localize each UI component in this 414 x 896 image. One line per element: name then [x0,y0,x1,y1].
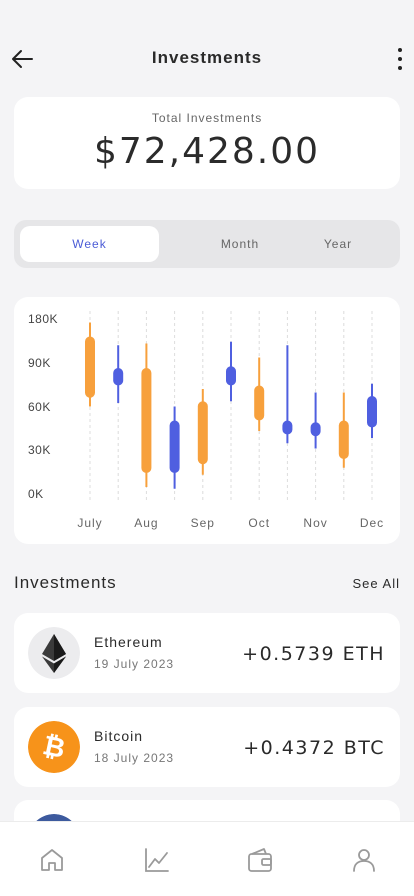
x-tick-label: Oct [248,516,270,530]
coin-name: Bitcoin [94,728,144,744]
candle-body[interactable] [85,336,95,398]
candlestick-chart-card: 180K 90K 60K 30K 0K July Aug Sep Oct Nov Dec [14,297,400,544]
candle-body[interactable] [338,420,349,460]
more-vertical-icon[interactable] [396,46,404,72]
candle-body[interactable] [254,385,265,421]
ethereum-icon [28,627,80,679]
coin-amount: +0.4372 BTC [243,737,385,759]
wallet-icon[interactable] [246,846,274,874]
header: Investments [0,40,414,76]
candle-body[interactable] [310,422,321,437]
y-tick-label: 0K [28,487,44,501]
candle-body[interactable] [367,396,377,428]
coin-name: Ethereum [94,634,163,650]
x-tick-label: Sep [191,516,215,530]
chart-icon[interactable] [143,846,171,874]
candle-body[interactable] [197,401,208,465]
y-tick-label: 180K [28,312,58,326]
coin-date: 18 July 2023 [94,751,175,765]
candlestick-chart: 180K 90K 60K 30K 0K July Aug Sep Oct Nov Dec [28,311,384,530]
profile-icon[interactable] [350,846,378,874]
candle-body[interactable] [282,420,293,435]
candle-body[interactable] [226,366,236,386]
coin-date: 19 July 2023 [94,657,175,671]
bitcoin-icon: ₿ [28,721,80,773]
x-tick-label: Dec [360,516,384,530]
home-icon[interactable] [38,846,66,874]
total-investments-label: Total Investments [151,111,263,125]
x-tick-label: July [77,516,102,530]
tab-week[interactable]: Week [20,226,159,262]
investments-section-title: Investments [14,573,117,592]
list-item[interactable]: Ethereum 19 July 2023 +0.5739 ETH [14,613,400,693]
candle-body[interactable] [169,420,180,474]
see-all-link[interactable]: See All [353,576,400,591]
x-tick-label: Nov [303,516,327,530]
total-investments-value: $72,428.00 [93,131,321,172]
bottom-tab-bar [0,821,414,896]
total-investments-card: Total Investments $72,428.00 [14,97,400,189]
page-title: Investments [151,48,263,67]
candle-body[interactable] [141,368,152,473]
coin-amount: +0.5739 ETH [242,643,385,665]
candle-body[interactable] [113,368,124,386]
tab-year[interactable]: Year [276,226,400,262]
y-tick-label: 30K [28,443,51,457]
y-tick-label: 60K [28,400,51,414]
list-item[interactable]: ₿ Bitcoin 18 July 2023 +0.4372 BTC [14,707,400,787]
y-tick-label: 90K [28,356,51,370]
period-selector: Week Month Year [14,220,400,268]
x-tick-label: Aug [134,516,158,530]
